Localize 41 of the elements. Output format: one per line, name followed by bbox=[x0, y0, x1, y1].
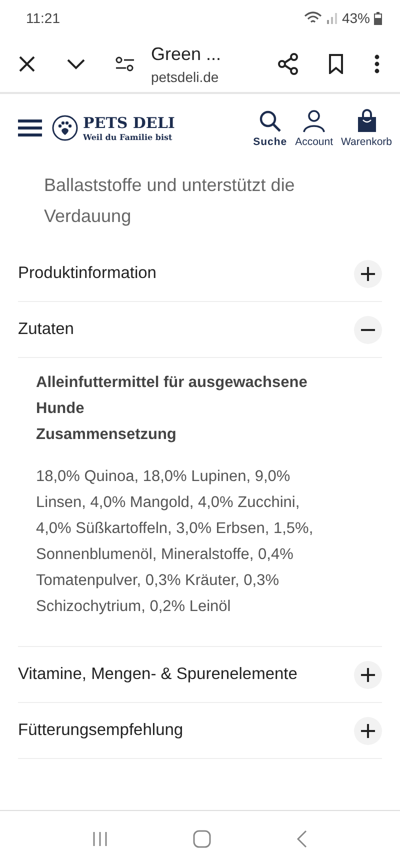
paw-logo-icon bbox=[52, 115, 78, 141]
share-icon[interactable] bbox=[276, 53, 299, 75]
person-icon bbox=[302, 108, 326, 132]
settings-icon[interactable] bbox=[115, 56, 136, 72]
accordion-title[interactable]: Vitamine, Mengen- & Spurenelemente bbox=[18, 665, 298, 684]
more-icon[interactable] bbox=[374, 54, 380, 74]
back-icon[interactable] bbox=[296, 830, 308, 848]
search-icon bbox=[258, 108, 282, 132]
bookmark-icon[interactable] bbox=[328, 54, 344, 74]
signal-icon bbox=[326, 12, 338, 24]
section-heading: Alleinfuttermittel für ausgewachsene Hunde bbox=[36, 373, 308, 419]
page-title: Green ... bbox=[150, 44, 222, 64]
menu-icon[interactable] bbox=[18, 119, 42, 137]
wifi-icon bbox=[304, 11, 322, 25]
accordion-title[interactable]: Produktinformation bbox=[18, 264, 156, 283]
toggle-button[interactable] bbox=[354, 660, 382, 688]
ingredients-text: 18,0% Quinoa, 18,0% Lupinen, 9,0% Linsen, 4,0% Mangold, 4,0% Zucchini, 4,0% Süßkartoffeln, 3,0% Erbsen, 1,5%, Sonnenblumenöl, Mineralstoffe, 0,4% Tomatenpulver, 0,3% Kräuter, 0,3% Schizochytrium, 0,2% Leinöl bbox=[36, 467, 314, 617]
plus-icon bbox=[360, 722, 376, 738]
home-icon[interactable] bbox=[192, 830, 211, 848]
close-icon[interactable] bbox=[18, 55, 36, 73]
logo-tagline: Weil du Familie bist bbox=[83, 132, 174, 142]
battery-percent: 43% bbox=[342, 10, 370, 26]
battery-icon bbox=[374, 12, 382, 24]
minus-icon bbox=[360, 328, 376, 330]
search-button[interactable]: Suche bbox=[251, 108, 290, 148]
plus-icon bbox=[360, 266, 376, 282]
toggle-button[interactable] bbox=[354, 716, 382, 744]
page-url: petsdeli.de bbox=[150, 68, 220, 84]
status-time: 11:21 bbox=[26, 10, 60, 26]
recent-apps-icon[interactable] bbox=[92, 831, 108, 847]
accordion-title[interactable]: Zutaten bbox=[18, 320, 74, 339]
cart-button[interactable]: Warenkorb bbox=[339, 108, 394, 148]
account-button[interactable]: Account bbox=[293, 108, 336, 148]
plus-icon bbox=[360, 666, 376, 682]
section-subheading: Zusammensetzung bbox=[36, 425, 178, 445]
intro-text: Ballaststoffe und unterstützt die Verdauung bbox=[44, 174, 296, 228]
toggle-button[interactable] bbox=[354, 260, 382, 288]
logo-name: PETS DELI bbox=[83, 114, 175, 132]
chevron-down-icon[interactable] bbox=[66, 58, 86, 70]
toggle-button[interactable] bbox=[354, 316, 382, 344]
accordion-title[interactable]: Fütterungsempfehlung bbox=[18, 721, 184, 740]
